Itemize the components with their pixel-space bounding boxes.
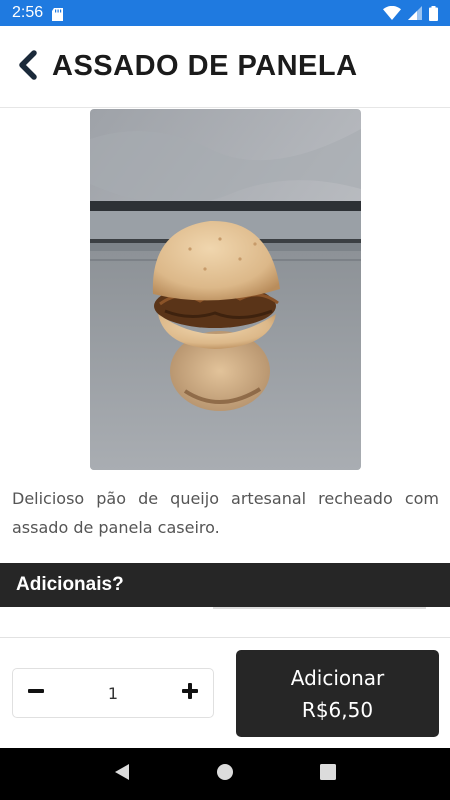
add-button-label: Adicionar [290, 665, 385, 690]
product-description: Delicioso pão de queijo artesanal rechea… [12, 489, 439, 537]
nav-back-button[interactable] [102, 754, 142, 794]
recents-square-icon [320, 764, 337, 784]
battery-icon [429, 5, 438, 21]
nav-recents-button[interactable] [308, 754, 348, 794]
status-icons [383, 5, 438, 21]
wifi-icon [383, 6, 401, 20]
nav-home-button[interactable] [205, 754, 245, 794]
plus-icon [182, 683, 198, 703]
minus-icon [28, 683, 44, 703]
status-bar: 2:56 [0, 0, 450, 26]
product-image [90, 109, 361, 470]
increment-button[interactable] [167, 669, 213, 717]
addons-header: Adicionais? [0, 563, 450, 607]
chevron-left-icon [16, 49, 38, 84]
back-triangle-icon [114, 763, 130, 785]
system-nav-bar [0, 748, 450, 800]
quantity-value: 1 [107, 683, 119, 703]
status-time: 2:56 [12, 4, 44, 21]
home-circle-icon [216, 763, 234, 785]
addons-divider [213, 607, 426, 609]
addons-title: Adicionais? [16, 574, 124, 595]
quantity-stepper: 1 [12, 668, 214, 718]
app-header: ASSADO DE PANELA [0, 26, 450, 108]
footer-divider [0, 637, 450, 638]
decrement-button[interactable] [13, 669, 59, 717]
page-title: ASSADO DE PANELA [52, 50, 358, 82]
signal-icon [408, 6, 422, 20]
add-to-cart-button[interactable]: Adicionar R$6,50 [236, 650, 439, 737]
sd-card-icon [52, 7, 64, 21]
add-button-price: R$6,50 [301, 697, 374, 722]
back-button[interactable] [16, 47, 46, 87]
